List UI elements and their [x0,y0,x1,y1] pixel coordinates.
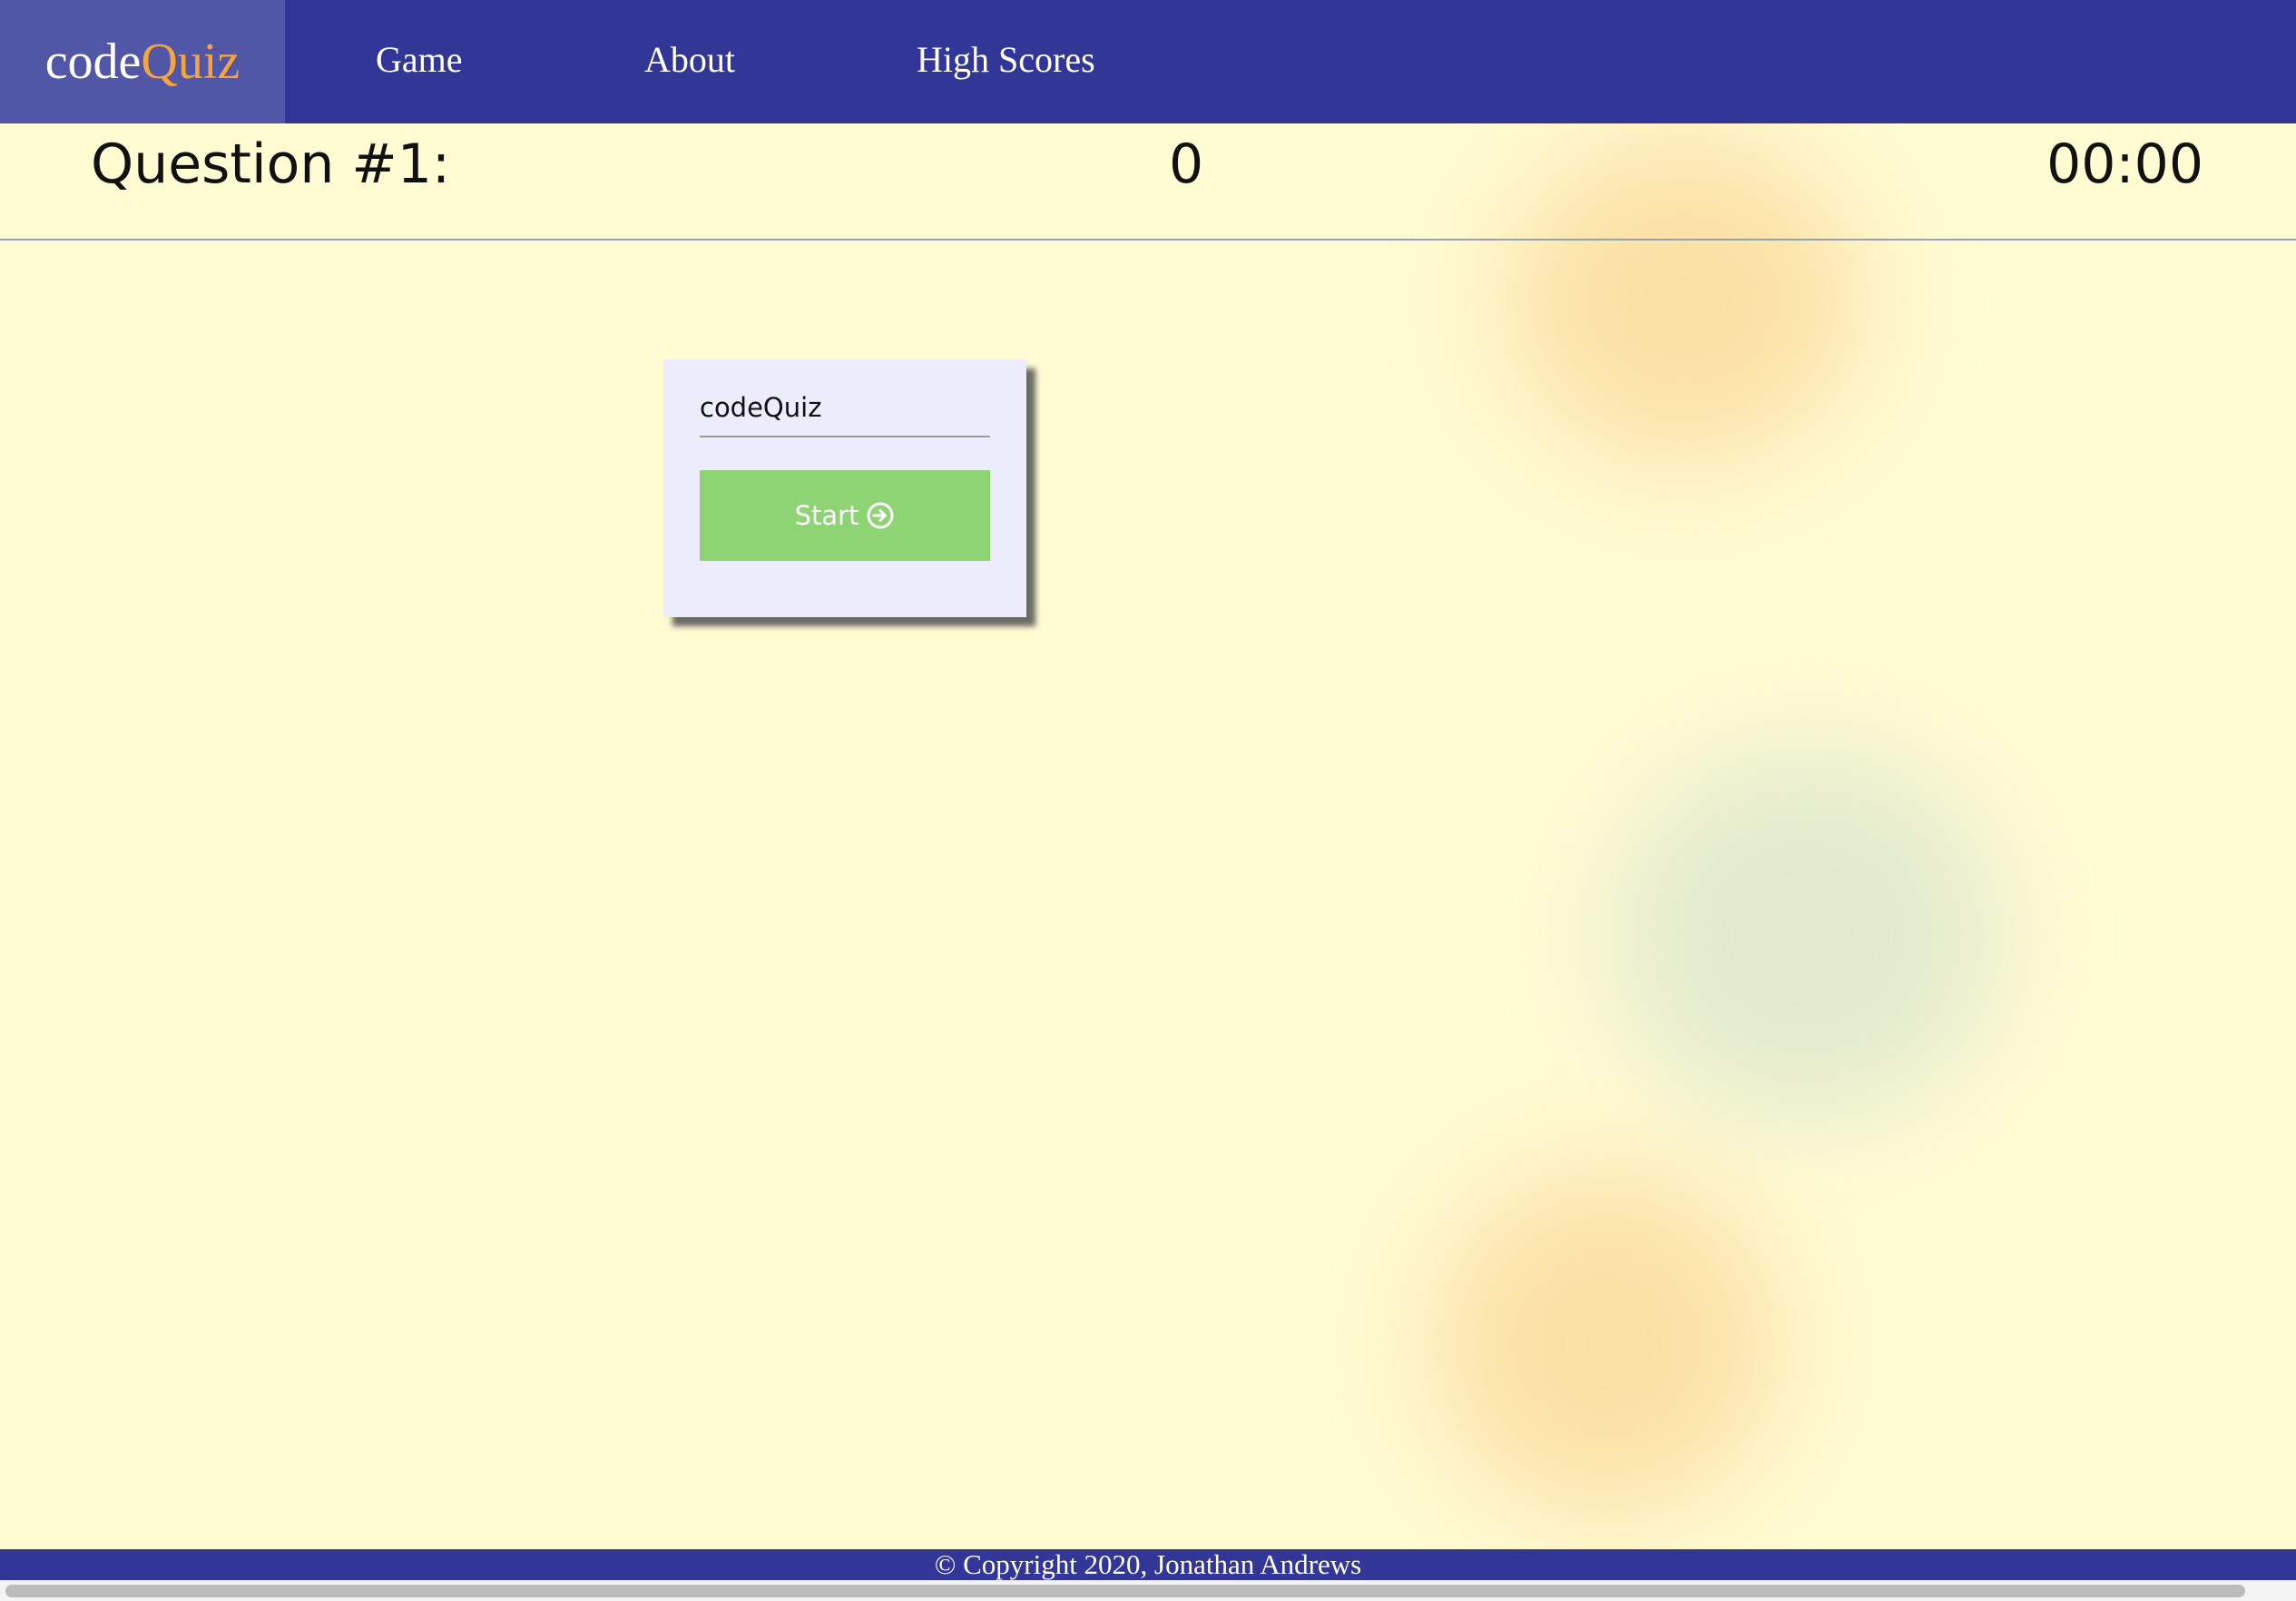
status-row: Question #1: 0 00:00 [0,123,2296,241]
question-number-label: Question #1: [91,133,451,196]
score-value: 0 [1169,133,1204,196]
brand-logo[interactable]: code Quiz [0,0,285,123]
footer: © Copyright 2020, Jonathan Andrews [0,1549,2296,1580]
scrollbar-thumb[interactable] [5,1585,2245,1597]
quiz-start-card: codeQuiz Start [663,359,1026,617]
start-button-label: Start [794,500,859,531]
navbar: code Quiz Game About High Scores [0,0,2296,123]
card-title: codeQuiz [700,392,990,437]
brand-prefix: code [44,34,142,90]
nav-high-scores-link[interactable]: High Scores [917,38,1095,81]
nav-game-link[interactable]: Game [376,38,463,81]
arrow-circle-right-icon [866,501,895,530]
start-button[interactable]: Start [700,470,990,561]
brand-accent: Quiz [141,34,240,90]
timer-display: 00:00 [2046,133,2203,196]
nav-about-link[interactable]: About [644,38,735,81]
copyright-text: © Copyright 2020, Jonathan Andrews [934,1548,1362,1580]
decorative-blob [1434,1171,1779,1516]
decorative-blob [1615,753,1997,1116]
